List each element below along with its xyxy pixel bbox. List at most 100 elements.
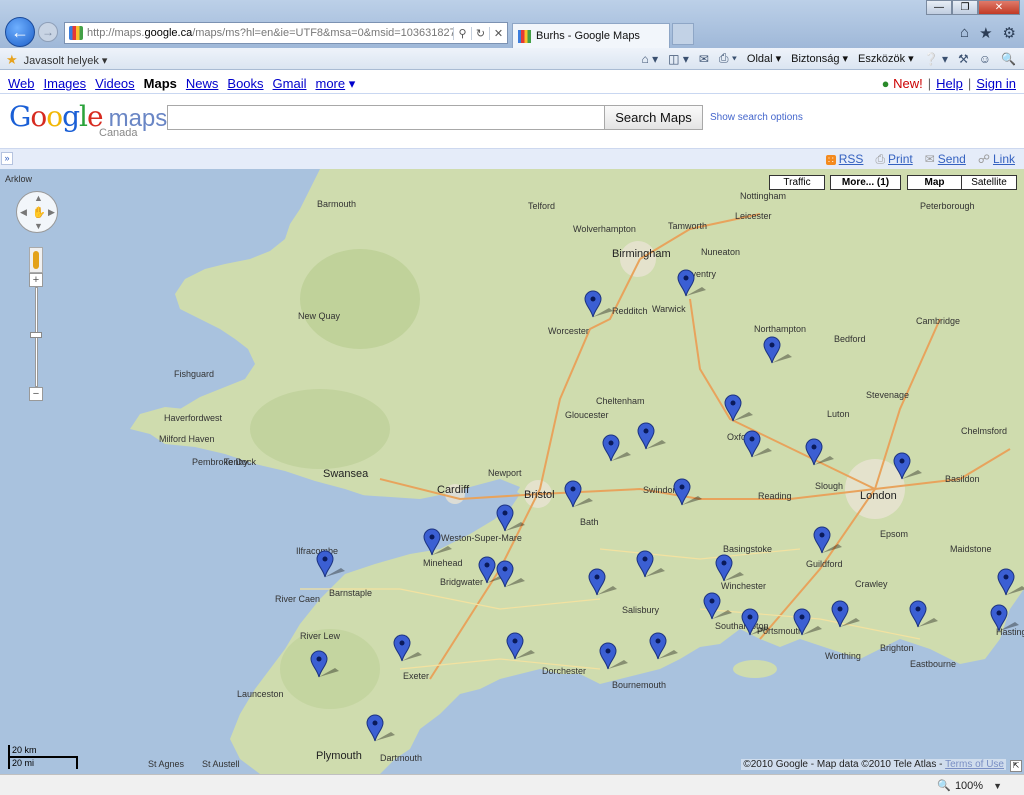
placemark-pin[interactable] (813, 526, 842, 554)
zoom-in-button[interactable]: + (29, 273, 43, 287)
search-input[interactable] (167, 105, 604, 130)
nav-more-link[interactable]: more (316, 76, 346, 91)
research-icon[interactable]: 🔍 (1001, 52, 1016, 66)
link-link[interactable]: ☍ Link (978, 152, 1015, 167)
page-zoom[interactable]: 🔍 100% ▼ (937, 779, 1002, 793)
map-canvas[interactable]: Arklow Barmouth Telford Nottingham Peter… (0, 169, 1024, 774)
collapse-panel-button[interactable]: » (1, 152, 13, 165)
show-search-options-link[interactable]: Show search options (710, 112, 803, 123)
placemark-pin[interactable] (724, 394, 753, 422)
placemark-pin[interactable] (588, 568, 617, 596)
placemark-pin[interactable] (393, 634, 422, 662)
zoom-out-button[interactable]: − (29, 387, 43, 401)
nav-news[interactable]: News (186, 76, 219, 92)
tab-burhs[interactable]: Burhs - Google Maps (512, 23, 670, 48)
address-bar[interactable]: http://maps.google.ca/maps/ms?hl=en&ie=U… (64, 22, 508, 44)
placemark-pin[interactable] (496, 560, 525, 588)
messenger-icon[interactable]: ☺ (979, 52, 991, 66)
print-link[interactable]: ⎙ Print (875, 152, 912, 167)
pan-right-icon[interactable]: ▶ (48, 207, 55, 218)
new-badge[interactable]: ● New! (882, 76, 923, 91)
terms-of-use-link[interactable]: Terms of Use (945, 759, 1004, 770)
nav-gmail[interactable]: Gmail (273, 76, 307, 92)
search-dropdown-icon[interactable]: ⚲ (453, 26, 471, 40)
placemark-pin[interactable] (602, 434, 631, 462)
home-icon[interactable]: ⌂ (960, 24, 969, 42)
map-type-button[interactable]: Map (907, 175, 962, 190)
overview-toggle-icon[interactable]: ⇱ (1010, 760, 1022, 772)
placemark-pin[interactable] (715, 554, 744, 582)
placemark-pin[interactable] (893, 452, 922, 480)
print-icon[interactable]: ⎙ ▾ (719, 51, 737, 66)
pan-control[interactable]: ▲ ◀ ▶ ▼ ✋ (16, 191, 58, 233)
traffic-button[interactable]: Traffic (769, 175, 825, 190)
nav-web[interactable]: Web (8, 76, 35, 92)
street-view-pegman-icon[interactable] (29, 247, 43, 273)
nav-videos[interactable]: Videos (95, 76, 135, 92)
sign-in-link[interactable]: Sign in (976, 76, 1016, 91)
close-icon[interactable]: ✕ (978, 0, 1020, 15)
placemark-pin[interactable] (703, 592, 732, 620)
forward-button[interactable]: → (38, 22, 58, 42)
gear-icon[interactable]: ⚙ (1003, 24, 1016, 42)
satellite-type-button[interactable]: Satellite (961, 175, 1017, 190)
placemark-pin[interactable] (496, 504, 525, 532)
menu-oldal[interactable]: Oldal ▾ (747, 52, 781, 65)
menu-biztonsag[interactable]: Biztonság ▾ (791, 52, 848, 65)
address-url[interactable]: http://maps.google.ca/maps/ms?hl=en&ie=U… (87, 27, 453, 39)
placemark-pin[interactable] (310, 650, 339, 678)
minimize-icon[interactable]: — (926, 0, 952, 15)
more-layers-button[interactable]: More... (1) (830, 175, 901, 190)
home-icon[interactable]: ⌂ ▾ (642, 52, 659, 66)
placemark-pin[interactable] (599, 642, 628, 670)
placemark-pin[interactable] (677, 269, 706, 297)
placemark-pin[interactable] (506, 632, 535, 660)
placemark-pin[interactable] (909, 600, 938, 628)
placemark-pin[interactable] (423, 528, 452, 556)
chevron-down-icon[interactable]: ▼ (993, 781, 1002, 791)
pan-up-icon[interactable]: ▲ (34, 193, 43, 203)
placemark-pin[interactable] (741, 608, 770, 636)
placemark-pin[interactable] (584, 290, 613, 318)
favorites-star-icon[interactable]: ★ (6, 52, 18, 68)
placemark-pin[interactable] (743, 430, 772, 458)
pan-down-icon[interactable]: ▼ (34, 221, 43, 231)
placemark-pin[interactable] (649, 632, 678, 660)
help-icon[interactable]: ❔ ▾ (924, 52, 948, 66)
placemark-pin[interactable] (316, 550, 345, 578)
zoom-slider-handle[interactable] (30, 332, 42, 338)
pan-left-icon[interactable]: ◀ (20, 207, 27, 218)
mail-icon[interactable]: ✉ (699, 52, 709, 66)
new-tab-button[interactable] (672, 23, 694, 45)
nav-books[interactable]: Books (227, 76, 263, 92)
feed-icon[interactable]: ◫ ▾ (668, 52, 689, 66)
search-maps-button[interactable]: Search Maps (604, 105, 703, 130)
placemark-pin[interactable] (997, 568, 1024, 596)
rss-link[interactable]: ∷ RSS (826, 152, 863, 167)
placemark-pin[interactable] (763, 336, 792, 364)
maximize-icon[interactable]: ❐ (952, 0, 978, 15)
placemark-pin[interactable] (564, 480, 593, 508)
stop-icon[interactable]: ✕ (489, 26, 507, 40)
refresh-icon[interactable]: ↻ (471, 26, 489, 40)
placemark-pin[interactable] (831, 600, 860, 628)
placemark-pin[interactable] (793, 608, 822, 636)
nav-more[interactable]: more ▾ (316, 76, 356, 92)
separator: | (927, 76, 932, 91)
back-button[interactable]: ← (5, 17, 35, 47)
placemark-pin[interactable] (366, 714, 395, 742)
send-link[interactable]: ✉ Send (925, 152, 966, 167)
placemark-pin[interactable] (805, 438, 834, 466)
placemark-pin[interactable] (673, 478, 702, 506)
placemark-pin[interactable] (990, 604, 1019, 632)
nav-images[interactable]: Images (44, 76, 87, 92)
google-maps-logo[interactable]: Google maps (9, 100, 167, 133)
tool-icon[interactable]: ⚒ (958, 52, 969, 66)
suggested-sites[interactable]: Javasolt helyek ▾ (24, 54, 108, 67)
placemark-pin[interactable] (636, 550, 665, 578)
link-icon: ☍ (977, 152, 990, 166)
favorites-star-icon[interactable]: ★ (979, 24, 992, 42)
help-link[interactable]: Help (936, 76, 963, 91)
menu-eszkozok[interactable]: Eszközök ▾ (858, 52, 914, 65)
placemark-pin[interactable] (637, 422, 666, 450)
